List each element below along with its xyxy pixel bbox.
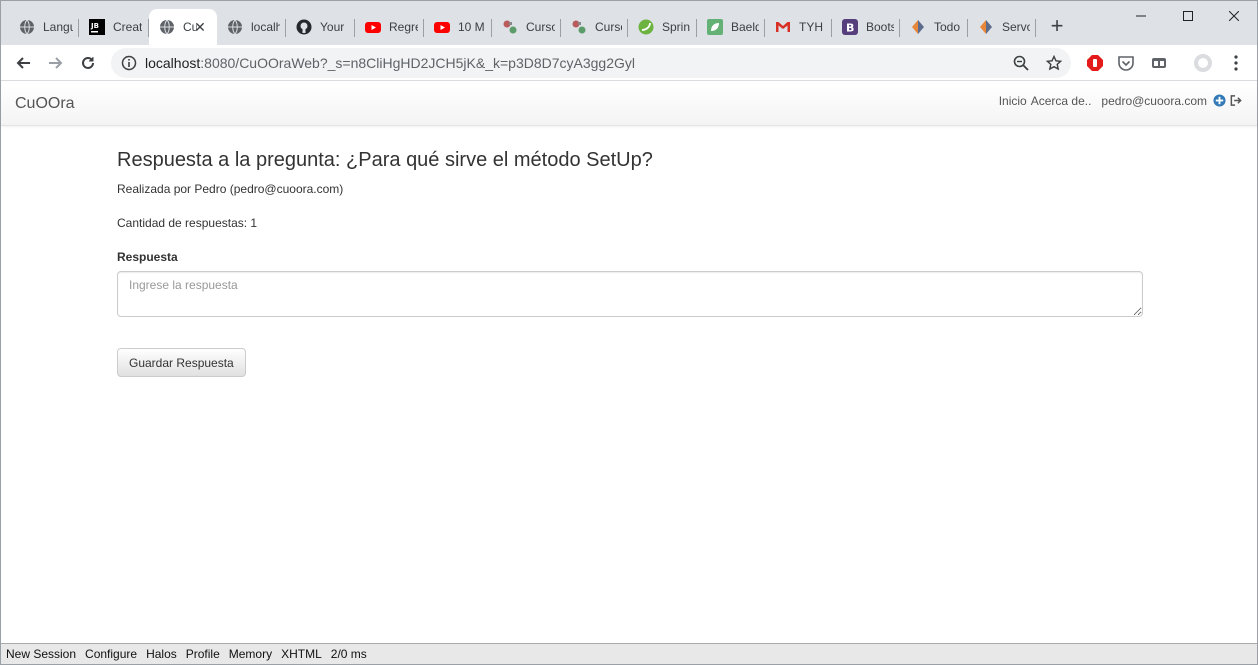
globe-icon (227, 19, 243, 35)
tab-title: Todo (934, 20, 961, 34)
tab-strip: Langu JB Creat Cu✕ localh Your Regre 10 M Curso C… (1, 1, 1257, 45)
tab-title: Your (320, 20, 345, 34)
puzzle-icon (571, 19, 587, 35)
close-tab-icon[interactable]: ✕ (191, 18, 209, 36)
browser-tab[interactable]: Servo (968, 9, 1036, 45)
tab-title: localh (251, 20, 280, 34)
adblock-icon[interactable] (1084, 52, 1106, 74)
leaf-icon (707, 19, 723, 35)
back-button[interactable] (9, 49, 37, 77)
back-arrow-icon (16, 57, 30, 69)
pocket-icon[interactable] (1115, 52, 1137, 74)
tab-title: Curso (526, 20, 555, 34)
app-navbar: CuOOra Inicio Acerca de.. pedro@cuoora.c… (1, 82, 1257, 126)
pharo-icon (978, 19, 994, 35)
browser-tab[interactable]: B Boots (832, 9, 900, 45)
answer-textarea[interactable] (117, 271, 1143, 317)
browser-tab[interactable]: Your (286, 9, 355, 45)
youtube-icon (434, 19, 450, 35)
status-memory[interactable]: Memory (229, 647, 272, 661)
logout-icon[interactable] (1229, 94, 1243, 108)
bootstrap-icon: B (842, 19, 858, 35)
extension-icon[interactable] (1148, 52, 1170, 74)
close-window-button[interactable] (1211, 1, 1257, 31)
brand-link[interactable]: CuOOra (15, 95, 75, 113)
tab-title: Sprin (662, 20, 691, 34)
browser-tab[interactable]: Sprin (628, 9, 697, 45)
site-info-icon[interactable] (121, 55, 137, 71)
tab-title: Baeld (731, 20, 759, 34)
browser-tab[interactable]: Langu (9, 9, 79, 45)
status-timing: 2/0 ms (330, 647, 367, 661)
browser-tab[interactable]: 10 M (424, 9, 492, 45)
plus-circle-icon[interactable] (1213, 94, 1227, 108)
zoom-icon[interactable] (1011, 53, 1031, 73)
question-author: Realizada por Pedro (pedro@cuoora.com) (117, 182, 344, 196)
youtube-icon (365, 19, 381, 35)
minimize-button[interactable] (1118, 1, 1164, 31)
status-profile[interactable]: Profile (186, 647, 220, 661)
profile-avatar-icon[interactable] (1192, 52, 1214, 74)
status-halos[interactable]: Halos (146, 647, 177, 661)
maximize-button[interactable] (1165, 1, 1211, 31)
tab-title: Creat (113, 20, 143, 34)
nav-links: Inicio Acerca de.. pedro@cuoora.com (995, 94, 1243, 108)
bookmark-star-icon[interactable] (1044, 53, 1064, 73)
seaside-toolbar: New Session Configure Halos Profile Memo… (1, 643, 1257, 664)
github-icon (296, 19, 312, 35)
menu-kebab-icon[interactable] (1225, 52, 1247, 74)
answer-label: Respuesta (117, 250, 178, 264)
browser-tab[interactable]: JB Creat (79, 9, 149, 45)
page-title: Respuesta a la pregunta: ¿Para qué sirve… (117, 149, 653, 171)
browser-tab[interactable]: Regre (355, 9, 424, 45)
reload-button[interactable] (74, 49, 102, 77)
svg-text:JB: JB (90, 22, 99, 30)
nav-user-email[interactable]: pedro@cuoora.com (1101, 94, 1207, 108)
gmail-icon (775, 19, 791, 35)
tab-title: Curso (595, 20, 622, 34)
browser-tab[interactable]: TYH 2 (765, 9, 832, 45)
forward-arrow-icon (49, 57, 63, 69)
tab-title: Regre (389, 20, 418, 34)
url-text: localhost:8080/CuOOraWeb?_s=n8CliHgHD2JC… (145, 55, 636, 71)
browser-window: Langu JB Creat Cu✕ localh Your Regre 10 M Curso C… (0, 0, 1258, 665)
nav-home-link[interactable]: Inicio (999, 94, 1027, 108)
tab-title: Boots (866, 20, 894, 34)
globe-icon (159, 19, 175, 35)
browser-tab[interactable]: Cu ✕ (149, 9, 217, 45)
status-xhtml[interactable]: XHTML (281, 647, 322, 661)
browser-tab[interactable]: Baeld (697, 9, 765, 45)
tab-title: TYH 2 (799, 20, 826, 34)
tab-title: Servo (1002, 20, 1030, 34)
reload-icon (82, 56, 94, 69)
browser-tab[interactable]: Curso (561, 9, 628, 45)
globe-icon (19, 19, 35, 35)
save-answer-button[interactable]: Guardar Respuesta (117, 348, 246, 377)
tab-title: 10 M (458, 20, 485, 34)
browser-toolbar: localhost:8080/CuOOraWeb?_s=n8CliHgHD2JC… (1, 45, 1257, 81)
answer-form: Respuesta a la pregunta: ¿Para qué sirve… (117, 149, 1143, 377)
nav-about-link[interactable]: Acerca de.. (1031, 94, 1092, 108)
status-configure[interactable]: Configure (85, 647, 137, 661)
puzzle-icon (502, 19, 518, 35)
forward-button[interactable] (42, 49, 70, 77)
address-bar[interactable]: localhost:8080/CuOOraWeb?_s=n8CliHgHD2JC… (111, 48, 1071, 78)
jetbrains-icon: JB (89, 19, 105, 35)
svg-text:B: B (846, 22, 854, 35)
browser-tab[interactable]: localh (217, 9, 286, 45)
tab-separator (1035, 19, 1036, 37)
status-new-session[interactable]: New Session (6, 647, 76, 661)
pharo-icon (910, 19, 926, 35)
answer-count: Cantidad de respuestas: 1 (117, 216, 258, 230)
new-tab-button[interactable]: + (1045, 15, 1069, 39)
browser-tab[interactable]: Todo (900, 9, 968, 45)
browser-tab[interactable]: Curso (492, 9, 561, 45)
tab-title: Langu (43, 20, 73, 34)
spring-icon (638, 19, 654, 35)
